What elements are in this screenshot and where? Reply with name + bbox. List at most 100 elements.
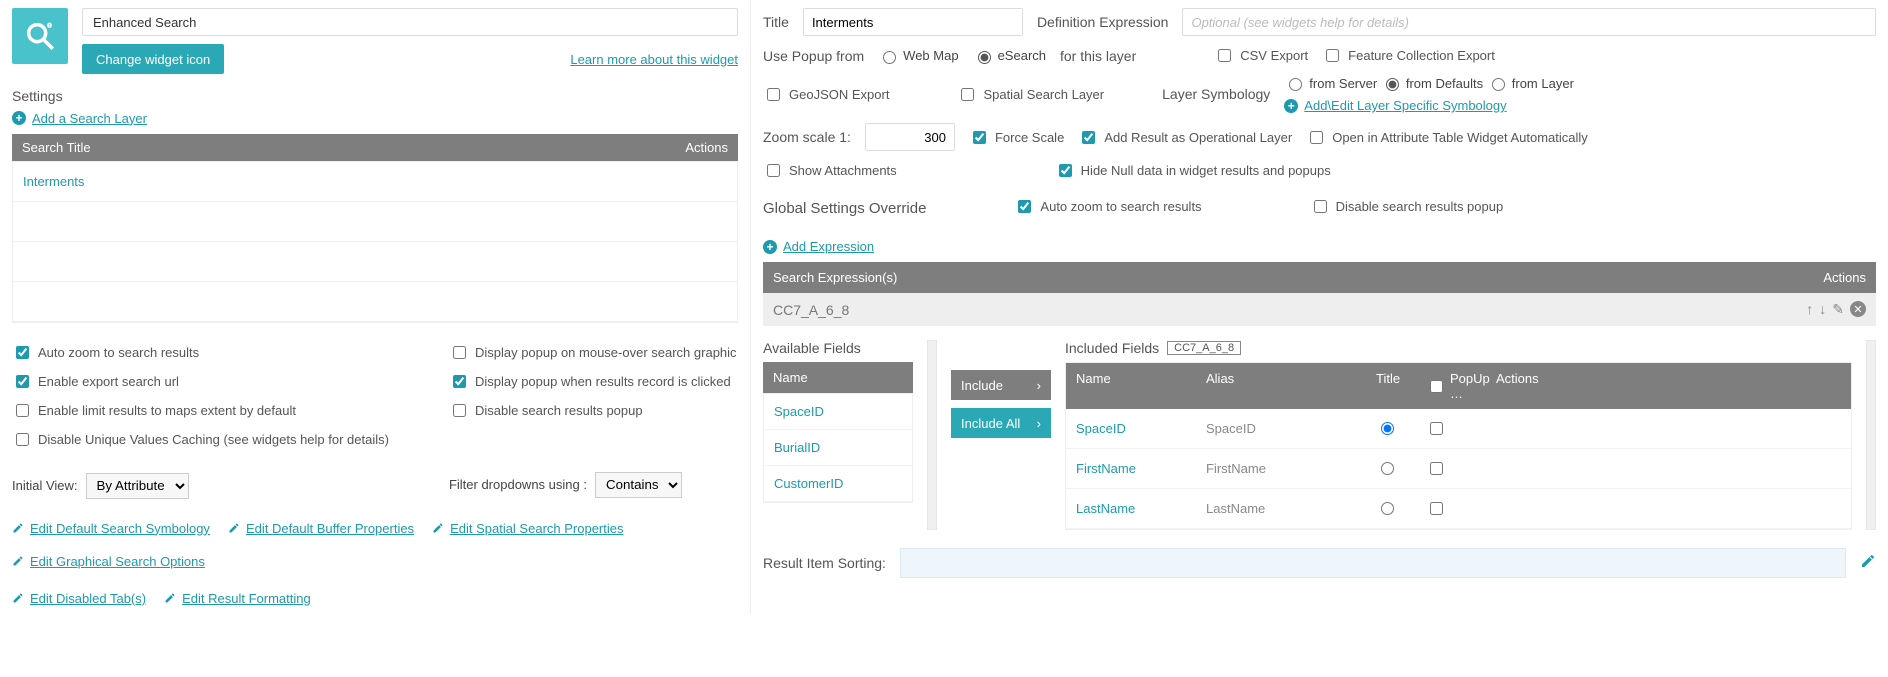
chk-limitextent[interactable]: Enable limit results to maps extent by d…: [12, 401, 389, 420]
defexpr-input[interactable]: [1182, 8, 1876, 36]
radio-esearch[interactable]: eSearch: [973, 48, 1046, 64]
chk-exporturl[interactable]: Enable export search url: [12, 372, 389, 391]
popup-checkbox[interactable]: [1430, 462, 1443, 475]
move-down-icon[interactable]: ↓: [1819, 301, 1826, 318]
use-popup-label: Use Popup from: [763, 48, 864, 64]
title-label: Title: [763, 14, 789, 30]
initial-view-select[interactable]: By Attribute: [86, 473, 189, 499]
gso-label: Global Settings Override: [763, 200, 926, 217]
chk-disable-popup2[interactable]: Disable search results popup: [1310, 197, 1504, 216]
chevron-right-icon: ›: [1037, 416, 1041, 431]
table-row: [13, 242, 737, 282]
move-up-icon[interactable]: ↑: [1806, 301, 1813, 318]
included-field-row[interactable]: LastName LastName: [1066, 489, 1851, 529]
edit-sorting-button[interactable]: [1860, 553, 1876, 574]
popup-checkbox[interactable]: [1430, 422, 1443, 435]
chk-popup-mouse[interactable]: Display popup on mouse-over search graph…: [449, 343, 737, 362]
chk-ssl[interactable]: Spatial Search Layer: [957, 85, 1104, 104]
zoom-scale-label: Zoom scale 1:: [763, 129, 851, 145]
scrollbar[interactable]: [1866, 340, 1876, 530]
pencil-icon: [12, 592, 24, 604]
included-fields-label: Included Fields: [1065, 340, 1159, 356]
pencil-icon: [1860, 553, 1876, 569]
svg-text:e: e: [47, 20, 52, 30]
for-this-layer-label: for this layer: [1060, 48, 1136, 64]
defexpr-label: Definition Expression: [1037, 14, 1169, 30]
search-icon: e: [23, 19, 57, 53]
scrollbar[interactable]: [927, 340, 937, 530]
table-row: [13, 282, 737, 322]
add-expression-link[interactable]: +Add Expression: [763, 239, 874, 254]
zoom-scale-input[interactable]: [865, 123, 955, 151]
available-field-item[interactable]: BurialID: [764, 430, 912, 466]
chevron-right-icon: ›: [1037, 378, 1041, 393]
filter-select[interactable]: Contains: [595, 472, 682, 498]
table-row: [13, 202, 737, 242]
edit-graphical-search[interactable]: Edit Graphical Search Options: [12, 554, 205, 569]
expression-tag: CC7_A_6_8: [1167, 341, 1241, 355]
radio-from-server[interactable]: from Server: [1284, 75, 1377, 91]
chk-autozoom[interactable]: Auto zoom to search results: [12, 343, 389, 362]
title-radio[interactable]: [1381, 462, 1394, 475]
expression-name: CC7_A_6_8: [773, 302, 849, 318]
chk-fce[interactable]: Feature Collection Export: [1322, 46, 1495, 65]
edit-result-formatting[interactable]: Edit Result Formatting: [164, 591, 311, 606]
settings-heading: Settings: [12, 88, 738, 104]
add-search-layer-link[interactable]: + Add a Search Layer: [12, 111, 147, 126]
search-layer-row[interactable]: Interments: [13, 162, 737, 202]
chk-add-result-op[interactable]: Add Result as Operational Layer: [1078, 128, 1292, 147]
plus-icon: +: [12, 111, 26, 125]
include-all-button[interactable]: Include All›: [951, 408, 1051, 438]
chk-disable-popup[interactable]: Disable search results popup: [449, 401, 737, 420]
expression-row[interactable]: CC7_A_6_8 ↑ ↓ ✎ ✕: [763, 293, 1876, 326]
chk-open-attr[interactable]: Open in Attribute Table Widget Automatic…: [1306, 128, 1588, 147]
pencil-icon: [12, 522, 24, 534]
title-input[interactable]: [803, 8, 1023, 36]
add-edit-symbology-link[interactable]: +Add\Edit Layer Specific Symbology: [1284, 98, 1574, 113]
change-icon-button[interactable]: Change widget icon: [82, 44, 224, 74]
included-fields-header: Name Alias Title PopUp … Actions: [1066, 363, 1851, 409]
included-field-row[interactable]: SpaceID SpaceID: [1066, 409, 1851, 449]
chk-show-attach[interactable]: Show Attachments: [763, 161, 897, 180]
pencil-icon: [164, 592, 176, 604]
chk-force-scale[interactable]: Force Scale: [969, 128, 1064, 147]
included-field-row[interactable]: FirstName FirstName: [1066, 449, 1851, 489]
learn-more-link[interactable]: Learn more about this widget: [570, 52, 738, 67]
widget-name-input[interactable]: [82, 8, 738, 36]
result-sorting-label: Result Item Sorting:: [763, 555, 886, 571]
edit-default-symbology[interactable]: Edit Default Search Symbology: [12, 521, 210, 536]
title-radio[interactable]: [1381, 422, 1394, 435]
popup-checkbox[interactable]: [1430, 502, 1443, 515]
pencil-icon: [432, 522, 444, 534]
search-layers-header: Search Title Actions: [12, 134, 738, 161]
available-field-item[interactable]: CustomerID: [764, 466, 912, 502]
radio-webmap[interactable]: Web Map: [878, 48, 958, 64]
radio-from-defaults[interactable]: from Defaults: [1381, 75, 1483, 91]
widget-icon[interactable]: e: [12, 8, 68, 64]
chk-popup-click[interactable]: Display popup when results record is cli…: [449, 372, 737, 391]
chk-disablecache[interactable]: Disable Unique Values Caching (see widge…: [12, 430, 389, 449]
available-fields-label: Available Fields: [763, 340, 913, 356]
edit-default-buffer[interactable]: Edit Default Buffer Properties: [228, 521, 414, 536]
result-sorting-box[interactable]: [900, 548, 1846, 578]
include-button[interactable]: Include›: [951, 370, 1051, 400]
radio-from-layer[interactable]: from Layer: [1487, 75, 1574, 91]
plus-icon: +: [763, 240, 777, 254]
pencil-icon: [12, 555, 24, 567]
delete-icon[interactable]: ✕: [1850, 301, 1866, 317]
plus-icon: +: [1284, 99, 1298, 113]
edit-icon[interactable]: ✎: [1832, 301, 1844, 318]
edit-disabled-tabs[interactable]: Edit Disabled Tab(s): [12, 591, 146, 606]
chk-autozoom2[interactable]: Auto zoom to search results: [1014, 197, 1201, 216]
filter-label: Filter dropdowns using :: [449, 477, 587, 492]
title-radio[interactable]: [1381, 502, 1394, 515]
popup-all-checkbox[interactable]: [1430, 380, 1443, 393]
initial-view-label: Initial View:: [12, 478, 78, 493]
edit-spatial-search[interactable]: Edit Spatial Search Properties: [432, 521, 623, 536]
expression-header: Search Expression(s)Actions: [763, 262, 1876, 293]
available-field-item[interactable]: SpaceID: [764, 394, 912, 430]
chk-hide-null[interactable]: Hide Null data in widget results and pop…: [1055, 161, 1331, 180]
chk-csv[interactable]: CSV Export: [1214, 46, 1308, 65]
layer-symbology-label: Layer Symbology: [1162, 86, 1270, 102]
chk-geojson[interactable]: GeoJSON Export: [763, 85, 889, 104]
